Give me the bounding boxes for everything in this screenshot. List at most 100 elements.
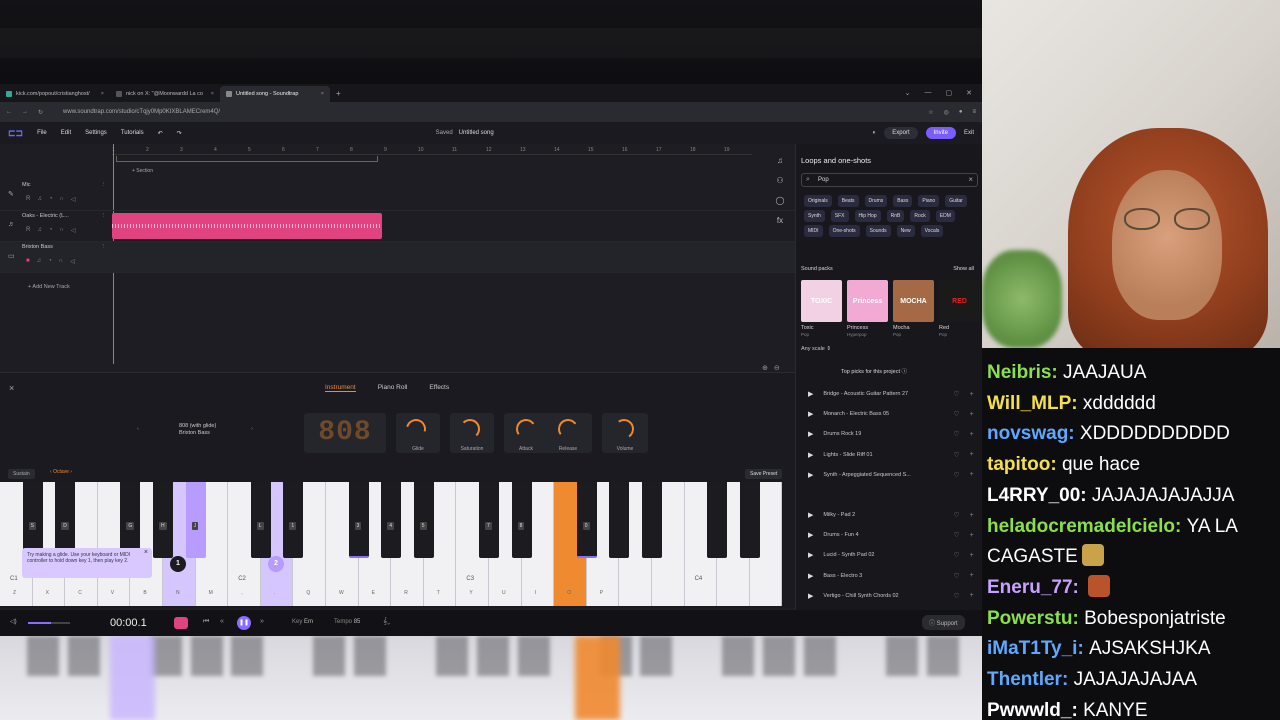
play-icon[interactable]: ▶ — [808, 551, 813, 559]
chat-username[interactable]: iMaT1Ty_i: — [987, 638, 1089, 659]
chat-username[interactable]: tapitoo: — [987, 454, 1062, 475]
exit-button[interactable]: Exit — [964, 130, 974, 136]
knob-icon[interactable]: ◔ — [48, 258, 52, 265]
black-key[interactable] — [609, 482, 630, 558]
knob-icon[interactable]: ◔ — [49, 196, 53, 203]
chevron-right-icon[interactable]: › — [251, 426, 253, 433]
black-key[interactable] — [511, 482, 532, 558]
headphones-icon[interactable]: ∩ — [59, 227, 63, 234]
audio-clip[interactable] — [112, 213, 382, 239]
filter-chip[interactable]: Bass — [893, 195, 913, 207]
filter-chip[interactable]: One-shots — [828, 225, 860, 237]
black-key[interactable] — [185, 482, 206, 558]
filter-chip[interactable]: Vocals — [920, 225, 944, 237]
record-arm-icon[interactable]: R — [26, 196, 30, 203]
sound-pack-card[interactable]: RED Red Pop — [939, 280, 980, 337]
loop-item[interactable]: ▶ Lucid - Synth Pad 02 ♡ + — [796, 545, 983, 565]
browser-tab[interactable]: kick.com/popout/cristianghost/× — [0, 86, 110, 102]
menu-edit[interactable]: Edit — [61, 130, 71, 136]
chat-username[interactable]: Pwwwld_: — [987, 700, 1083, 720]
heart-icon[interactable]: ♡ — [953, 531, 959, 539]
loop-region[interactable] — [116, 156, 378, 162]
back-icon[interactable]: ← — [6, 109, 12, 115]
close-icon[interactable]: × — [321, 91, 324, 97]
close-icon[interactable]: × — [144, 549, 148, 556]
forward-icon[interactable]: → — [22, 109, 28, 115]
add-icon[interactable]: + — [970, 471, 974, 478]
chat-username[interactable]: heladocremadelcielo: — [987, 516, 1187, 537]
add-icon[interactable]: + — [970, 451, 974, 458]
record-arm-icon[interactable]: R — [26, 227, 30, 234]
close-icon[interactable]: × — [101, 91, 104, 97]
add-icon[interactable]: + — [970, 592, 974, 599]
filter-chip[interactable]: Rock — [910, 210, 930, 222]
maximize-icon[interactable]: ▢ — [946, 89, 953, 97]
tab-effects[interactable]: Effects — [429, 384, 449, 392]
loop-item[interactable]: ▶ Bass - Electro 3 ♡ + — [796, 566, 983, 586]
play-icon[interactable]: ▶ — [808, 410, 813, 418]
fx-icon[interactable]: fx — [773, 216, 787, 225]
black-key[interactable] — [250, 482, 271, 558]
filter-chip[interactable]: MIDI — [804, 225, 823, 237]
loop-item[interactable]: ▶ Milky - Pad 2 ♡ + — [796, 505, 983, 525]
filter-chip[interactable]: Beats — [837, 195, 859, 207]
menu-file[interactable]: File — [37, 130, 47, 136]
key-display[interactable]: Key Em — [292, 619, 313, 625]
add-icon[interactable]: + — [970, 552, 974, 559]
knob-icon[interactable]: ◔ — [49, 227, 53, 234]
chat-username[interactable]: L4RRY_00: — [987, 485, 1092, 506]
soundtrap-logo[interactable]: ⊏⊐ — [8, 128, 23, 139]
heart-icon[interactable]: ♡ — [953, 451, 959, 459]
black-key[interactable] — [22, 482, 43, 558]
filter-chip[interactable]: Guitar — [945, 195, 967, 207]
play-icon[interactable]: ▶ — [808, 390, 813, 398]
skip-back-icon[interactable]: ⏮ — [203, 618, 209, 626]
loop-item[interactable]: ▶ Bridge - Acoustic Guitar Pattern 27 ♡ + — [796, 384, 983, 404]
filter-chip[interactable]: New — [896, 225, 915, 237]
black-key[interactable] — [707, 482, 728, 558]
speaker-icon[interactable]: ◁ — [70, 258, 75, 265]
metronome-icon[interactable]: 𝄞⌄ — [383, 618, 390, 626]
extension-icon[interactable]: ◎ — [944, 109, 949, 116]
timeline-ruler[interactable]: 12345678910111213141516171819 — [112, 144, 752, 168]
chat-username[interactable]: Thentler: — [987, 669, 1074, 690]
black-key[interactable] — [348, 482, 369, 558]
play-icon[interactable]: ▶ — [808, 572, 813, 580]
play-icon[interactable]: ▶ — [808, 430, 813, 438]
browser-tab-active[interactable]: Untitled song - Soundtrap × — [220, 86, 330, 102]
reload-icon[interactable]: ↻ — [38, 109, 43, 116]
add-icon[interactable]: + — [970, 572, 974, 579]
zoom-out-icon[interactable]: ⊖ — [774, 364, 780, 372]
filter-chip[interactable]: Piano — [918, 195, 940, 207]
close-icon[interactable]: × — [9, 383, 14, 393]
filter-chip[interactable]: Drums — [864, 195, 888, 207]
play-icon[interactable]: ▶ — [808, 511, 813, 519]
loop-item[interactable]: ▶ Lights - Slide Riff 01 ♡ + — [796, 445, 983, 465]
black-key[interactable] — [642, 482, 662, 558]
chat-icon[interactable]: ◯ — [773, 196, 787, 205]
add-icon[interactable]: + — [970, 411, 974, 418]
add-icon[interactable]: + — [970, 512, 974, 519]
heart-icon[interactable]: ♡ — [953, 572, 959, 580]
chat-username[interactable]: novswag: — [987, 423, 1080, 444]
record-button[interactable] — [174, 617, 188, 629]
menu-settings[interactable]: Settings — [85, 130, 107, 136]
loops-search-input[interactable]: ⌕ Pop × — [801, 173, 978, 187]
any-scale-select[interactable]: Any scale ⇕ — [801, 346, 831, 352]
add-section-button[interactable]: + Section — [132, 168, 153, 174]
heart-icon[interactable]: ♡ — [953, 511, 959, 519]
export-button[interactable]: Export — [884, 127, 918, 139]
loop-item[interactable]: ▶ Drums Rock 19 ♡ + — [796, 424, 983, 444]
tab-instrument[interactable]: Instrument — [325, 384, 356, 392]
browser-tab[interactable]: nick on X: "@Moonwardd La co × — [110, 86, 220, 102]
profile-icon[interactable]: ● — [959, 109, 963, 116]
heart-icon[interactable]: ♡ — [953, 390, 959, 398]
black-key[interactable] — [739, 482, 760, 558]
headphones-icon[interactable]: ∩ — [59, 196, 63, 203]
save-preset-button[interactable]: Save Preset — [745, 469, 783, 479]
black-key[interactable] — [479, 482, 499, 558]
collab-icon[interactable]: ◐ — [873, 130, 877, 136]
octave-control[interactable]: ‹ Octave › — [50, 469, 72, 475]
track-name[interactable]: Brixton Bass — [22, 244, 53, 250]
black-key[interactable] — [576, 482, 597, 558]
